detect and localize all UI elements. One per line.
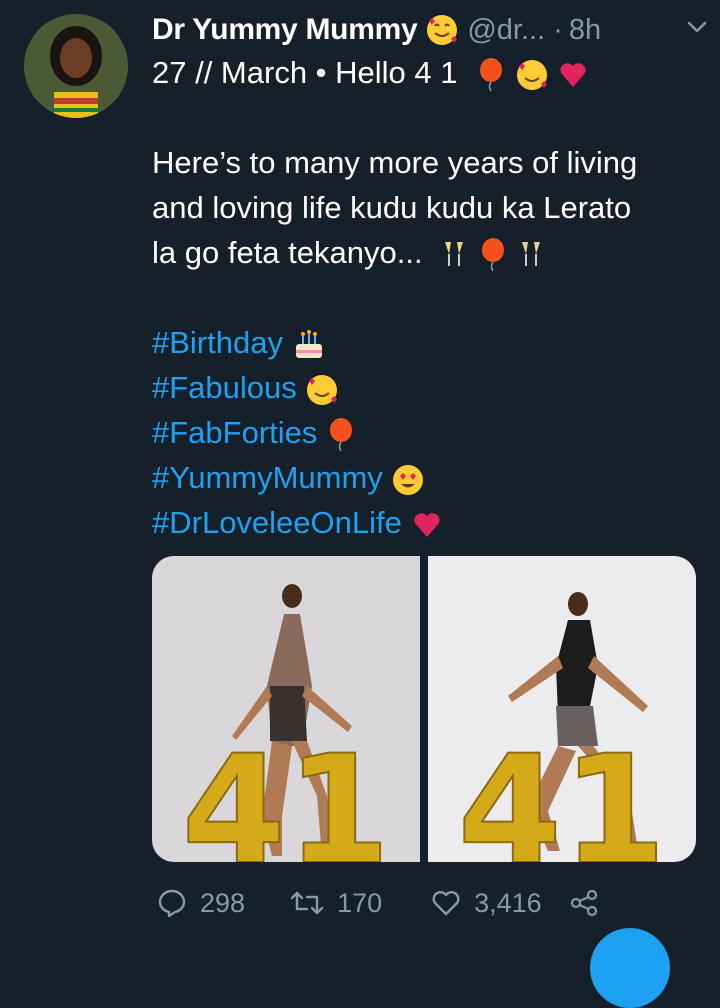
avatar[interactable] (24, 14, 128, 118)
hashtag-line: #Birthday (152, 320, 712, 365)
balloon-emoji-icon (330, 417, 353, 452)
tweet-line-4: la go feta tekanyo... (152, 230, 712, 275)
hashtag-fabulous[interactable]: #Fabulous (152, 370, 297, 405)
retweet-icon (290, 891, 324, 915)
hashtag-birthday[interactable]: #Birthday (152, 325, 283, 360)
champagne-glasses-emoji-icon (522, 241, 541, 266)
retweet-button[interactable]: 170 (289, 887, 382, 919)
tweet-line-3: and loving life kudu kudu ka Lerato (152, 190, 632, 225)
photo-image: 41 (152, 556, 420, 862)
heart-icon (432, 891, 460, 916)
reply-count: 298 (200, 887, 246, 918)
tweet-body: 27 // March • Hello 4 1 Here’s to many m… (152, 50, 712, 545)
reply-button[interactable]: 298 (156, 887, 245, 919)
smiling-face-hearts-emoji-icon (516, 59, 547, 90)
display-name[interactable]: Dr Yummy Mummy (152, 13, 418, 47)
smiling-face-hearts-emoji-icon (307, 374, 338, 405)
user-handle[interactable]: @dr... (467, 14, 545, 47)
tweet-text-date: 27 // March • Hello 4 1 (152, 55, 458, 90)
balloon-emoji-icon (480, 57, 503, 92)
timestamp[interactable]: 8h (569, 14, 601, 47)
photo-image: 41 (428, 556, 696, 862)
hashtag-line: #YummyMummy (152, 455, 712, 500)
hashtag-fabforties[interactable]: #FabForties (152, 415, 317, 450)
hashtag-line: #FabForties (152, 410, 712, 455)
photo-right[interactable]: 41 (428, 556, 696, 862)
tweet-actions: 298 170 3,416 (152, 880, 600, 926)
photo-right-balloon-numbers: 41 (458, 724, 667, 862)
chevron-down-icon[interactable] (682, 12, 712, 42)
smiling-face-hearts-emoji-icon (427, 15, 458, 45)
hashtag-yummymummy[interactable]: #YummyMummy (152, 460, 383, 495)
hashtag-line: #DrLoveleeOnLife (152, 500, 712, 545)
hashtag-line: #Fabulous (152, 365, 712, 410)
share-icon (570, 889, 597, 917)
tweet-line-2: Here’s to many more years of living (152, 145, 638, 180)
red-heart-emoji-icon (413, 513, 440, 537)
red-heart-emoji-icon (560, 63, 586, 87)
reply-icon (158, 889, 186, 918)
hashtag-drloveleeonlife[interactable]: #DrLoveleeOnLife (152, 505, 402, 540)
heart-eyes-emoji-icon (393, 464, 424, 495)
photo-left[interactable]: 41 (152, 556, 420, 862)
tweet-line-1: 27 // March • Hello 4 1 (152, 50, 712, 95)
photo-left-balloon-numbers: 41 (182, 724, 391, 862)
compose-tweet-button[interactable] (590, 928, 670, 1008)
share-button[interactable] (568, 887, 600, 919)
like-button[interactable]: 3,416 (430, 887, 542, 919)
balloon-emoji-icon (481, 237, 504, 272)
like-count: 3,416 (474, 887, 542, 918)
media-grid: 41 41 (152, 556, 696, 862)
tweet-header: Dr Yummy Mummy @dr... · 8h (152, 10, 700, 50)
tweet-text-end: la go feta tekanyo... (152, 235, 423, 270)
retweet-count: 170 (337, 887, 383, 918)
avatar-image (24, 14, 128, 118)
birthday-cake-emoji-icon (295, 329, 322, 358)
champagne-glasses-emoji-icon (445, 241, 464, 266)
separator-dot: · (553, 13, 563, 46)
